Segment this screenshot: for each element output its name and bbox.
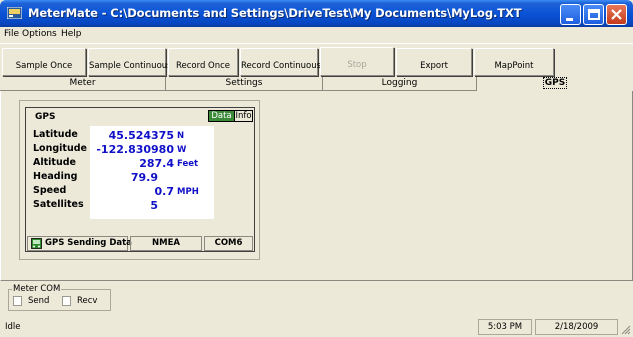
recv-label: Recv: [77, 296, 98, 306]
heading-label: Heading: [33, 171, 78, 182]
gps-values-box: 45.524375 N -122.830980 W 287.4 Feet 79.…: [90, 126, 214, 219]
longitude-unit: W: [177, 145, 187, 155]
altitude-row: 287.4 Feet: [90, 157, 214, 171]
heading-value: 79.9: [130, 171, 158, 184]
record-once-button[interactable]: Record Once: [168, 48, 238, 76]
status-date: 2/18/2009: [535, 319, 618, 335]
latitude-label: Latitude: [33, 129, 78, 140]
speed-unit: MPH: [177, 187, 199, 197]
satellites-label: Satellites: [33, 199, 84, 210]
speed-value: 0.7: [154, 185, 175, 198]
send-checkbox[interactable]: [13, 296, 22, 306]
title-bar: MeterMate - C:\Documents and Settings\Dr…: [0, 0, 633, 27]
heading-row: 79.9: [90, 171, 214, 185]
close-button[interactable]: [606, 4, 627, 25]
menu-file[interactable]: File: [4, 29, 19, 39]
altitude-unit: Feet: [177, 159, 199, 169]
tab-meter[interactable]: Meter: [0, 77, 166, 91]
record-continuous-button[interactable]: Record Continuous: [240, 48, 321, 76]
latitude-row: 45.524375 N: [90, 129, 214, 143]
gps-status-cell: GPS Sending Data: [27, 236, 132, 251]
menu-bar: File Options Help: [0, 27, 633, 43]
mappoint-button[interactable]: MapPoint: [474, 48, 554, 76]
resize-grip-icon[interactable]: [620, 324, 631, 335]
latitude-unit: N: [177, 131, 185, 141]
menu-options[interactable]: Options: [22, 29, 57, 39]
tab-logging[interactable]: Logging: [323, 77, 477, 91]
sample-once-button[interactable]: Sample Once: [2, 48, 86, 76]
meter-com-title: Meter COM: [12, 284, 62, 294]
gps-status-text: GPS Sending Data: [45, 238, 132, 248]
info-button[interactable]: Info: [234, 110, 253, 122]
toolbar: Sample Once Sample Continuous Record Onc…: [0, 43, 633, 76]
longitude-value: -122.830980: [96, 143, 174, 156]
gps-protocol: NMEA: [130, 236, 202, 251]
satellites-row: 5: [90, 199, 214, 213]
status-bar: Idle 5:03 PM 2/18/2009: [0, 317, 633, 337]
recv-checkbox[interactable]: [62, 296, 71, 306]
tab-settings[interactable]: Settings: [166, 77, 323, 91]
stop-button[interactable]: Stop: [320, 47, 394, 76]
speed-label: Speed: [33, 185, 67, 196]
close-icon: [611, 9, 622, 20]
latitude-value: 45.524375: [108, 129, 174, 142]
status-text: Idle: [5, 322, 21, 332]
longitude-row: -122.830980 W: [90, 143, 214, 157]
altitude-value: 287.4: [139, 157, 174, 170]
menu-help[interactable]: Help: [61, 29, 82, 39]
longitude-label: Longitude: [33, 143, 87, 154]
window-title: MeterMate - C:\Documents and Settings\Dr…: [28, 6, 522, 20]
gps-panel: GPS Data Info Latitude Longitude Altitud…: [25, 107, 255, 252]
minimize-button[interactable]: [560, 4, 581, 25]
tab-strip: Meter Settings Logging GPS: [0, 77, 633, 91]
tab-gps[interactable]: GPS: [477, 77, 633, 91]
altitude-label: Altitude: [33, 157, 76, 168]
sample-continuous-button[interactable]: Sample Continuous: [88, 48, 172, 76]
maximize-button[interactable]: [583, 4, 604, 25]
minimize-icon: [566, 18, 573, 21]
app-icon: [7, 7, 22, 19]
data-button[interactable]: Data: [208, 110, 235, 122]
speed-row: 0.7 MPH: [90, 185, 214, 199]
gps-device-icon: [31, 238, 42, 249]
satellites-value: 5: [150, 199, 158, 212]
maximize-icon: [588, 9, 600, 20]
send-label: Send: [28, 296, 50, 306]
gps-panel-title: GPS: [35, 112, 56, 122]
tab-gps-label: GPS: [542, 77, 568, 89]
export-button[interactable]: Export: [396, 48, 472, 76]
gps-port: COM6: [204, 236, 253, 251]
status-time: 5:03 PM: [478, 319, 532, 335]
gps-labels: Latitude Longitude Altitude Heading Spee…: [33, 128, 87, 212]
gps-status-bar: GPS Sending Data NMEA COM6: [27, 236, 253, 251]
